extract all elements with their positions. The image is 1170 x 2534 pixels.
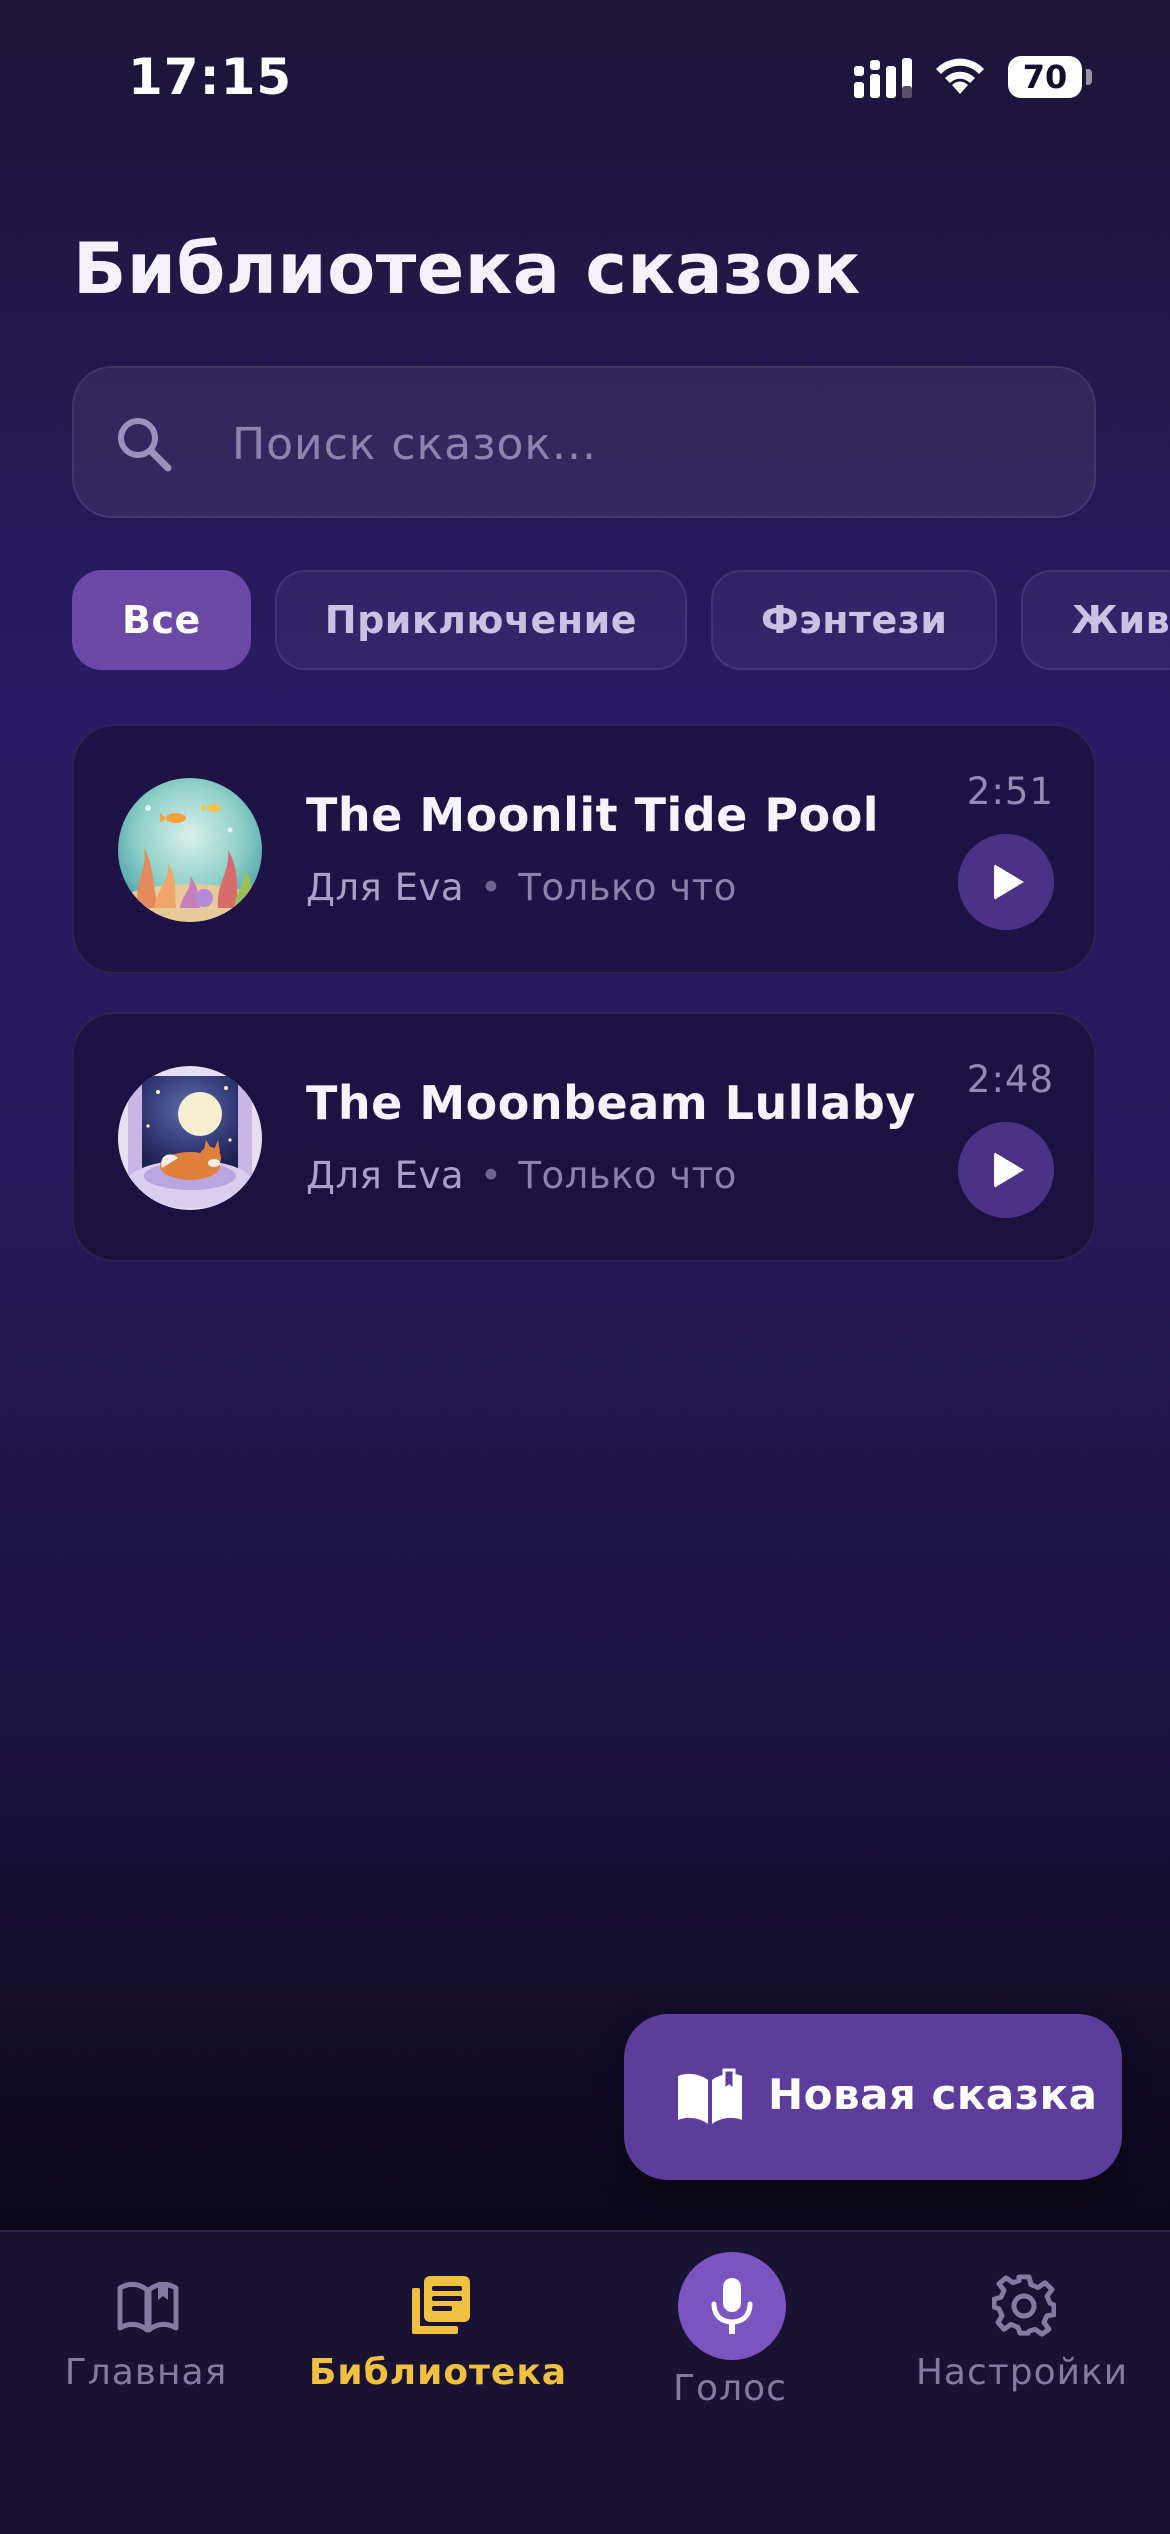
story-created: Только что xyxy=(518,1154,737,1197)
underwater-coral-illustration xyxy=(118,778,262,922)
story-title: The Moonbeam Lullaby xyxy=(306,1076,916,1130)
story-duration: 2:48 xyxy=(966,1058,1054,1101)
story-listener: Для Eva xyxy=(306,866,465,909)
story-card[interactable]: The Moonbeam Lullaby Для Eva • Только что … xyxy=(72,1012,1096,1262)
search-icon xyxy=(118,418,172,472)
library-icon xyxy=(412,2276,470,2334)
filter-chips: ВсеПриключениеФэнтезиЖивотные xyxy=(72,570,1170,670)
voice-button[interactable] xyxy=(678,2252,786,2360)
signal-icon xyxy=(854,58,912,98)
nav-home[interactable]: Главная xyxy=(0,2232,292,2462)
play-button[interactable] xyxy=(958,1122,1054,1218)
nav-settings[interactable]: Настройки xyxy=(876,2232,1168,2462)
play-icon xyxy=(994,864,1024,900)
status-bar: 17:15 70 xyxy=(0,0,1170,150)
nav-library[interactable]: Библиотека xyxy=(292,2232,584,2462)
open-book-icon xyxy=(678,2068,742,2124)
story-listener: Для Eva xyxy=(306,1154,465,1197)
bottom-nav: Главная Библиотека Голос Настройки xyxy=(0,2230,1170,2534)
sleeping-fox-moon-illustration xyxy=(118,1066,262,1210)
play-icon xyxy=(994,1152,1024,1188)
chip-all[interactable]: Все xyxy=(72,570,251,670)
new-story-button[interactable]: Новая сказка xyxy=(624,2014,1122,2180)
gear-icon xyxy=(992,2274,1056,2337)
microphone-icon xyxy=(711,2278,753,2334)
wifi-icon xyxy=(936,58,984,94)
new-story-label: Новая сказка xyxy=(768,2070,1098,2119)
story-created: Только что xyxy=(518,866,737,909)
nav-voice[interactable]: Голос xyxy=(584,2232,876,2462)
page-title: Библиотека сказок xyxy=(73,228,861,310)
chip-fantasy[interactable]: Фэнтези xyxy=(710,570,998,670)
chip-animals[interactable]: Животные xyxy=(1021,570,1170,670)
story-duration: 2:51 xyxy=(966,770,1054,813)
open-book-icon xyxy=(117,2281,179,2333)
nav-voice-label: Голос xyxy=(673,2368,787,2409)
nav-home-label: Главная xyxy=(64,2352,228,2393)
story-card[interactable]: The Moonlit Tide Pool Для Eva • Только что… xyxy=(72,724,1096,974)
battery-icon: 70 xyxy=(1008,56,1092,98)
play-button[interactable] xyxy=(958,834,1054,930)
nav-library-label: Библиотека xyxy=(308,2352,568,2393)
battery-level: 70 xyxy=(1008,56,1082,98)
story-thumbnail xyxy=(118,778,262,922)
story-meta: Для Eva • Только что xyxy=(306,866,737,909)
search-bar[interactable] xyxy=(72,366,1096,518)
nav-settings-label: Настройки xyxy=(915,2352,1129,2393)
chip-adventure[interactable]: Приключение xyxy=(274,570,687,670)
search-input[interactable] xyxy=(230,408,1054,480)
story-meta: Для Eva • Только что xyxy=(306,1154,737,1197)
story-title: The Moonlit Tide Pool xyxy=(306,788,880,842)
story-thumbnail xyxy=(118,1066,262,1210)
status-time: 17:15 xyxy=(128,48,293,106)
